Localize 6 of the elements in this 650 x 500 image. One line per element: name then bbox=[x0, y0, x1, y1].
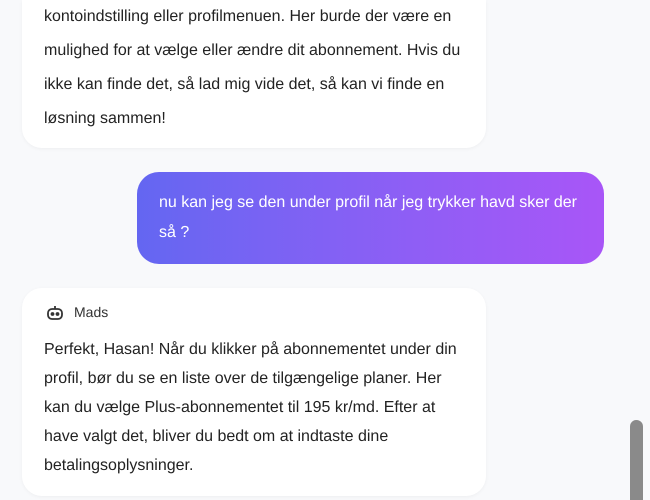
message-text: Perfekt, Hasan! Når du klikker på abonnementet under din profil, bør du se en liste over de tilgængelige planer. Her kan du vælge Plus-abonnementet til 195 kr/md. Efter at have valgt det, bliver du bedt om at indtaste dine betalingsoplysninger. bbox=[44, 340, 458, 476]
message-text: kontoindstilling eller profilmenuen. Her burde der være en mulighed for at vælge eller ændre dit abonnement. Hvis du ikke kan finde det, så lad mig vide det, så kan vi finde en løsning sammen! bbox=[44, 7, 462, 129]
sender-name: Mads bbox=[74, 303, 108, 322]
scrollbar-thumb[interactable] bbox=[630, 420, 643, 500]
robot-icon bbox=[46, 304, 64, 320]
message-text: nu kan jeg se den under profil når jeg trykker havd sker der så ? bbox=[159, 193, 578, 243]
